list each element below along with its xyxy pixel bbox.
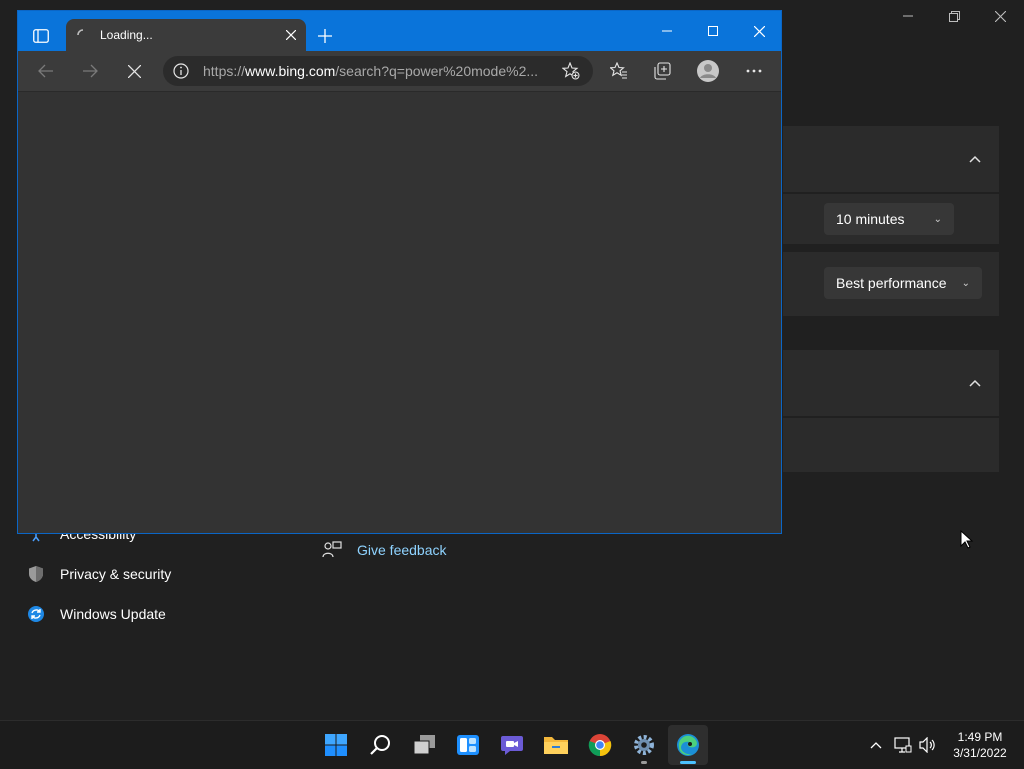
network-button[interactable] [891,733,915,757]
running-indicator [641,761,647,764]
show-hidden-icons-button[interactable] [864,733,888,757]
forward-arrow-icon [83,64,98,78]
sidebar-item-label: Windows Update [60,606,166,622]
taskbar: 1:49 PM 3/31/2022 [0,720,1024,769]
search-button[interactable] [360,725,400,765]
edge-button[interactable] [668,725,708,765]
browser-toolbar: https://www.bing.com/search?q=power%20mo… [18,51,781,92]
stop-loading-button[interactable] [117,55,151,87]
restore-icon [948,10,960,22]
browser-close-button[interactable] [736,15,782,47]
url-path: /search?q=power%20mode%2... [335,63,539,79]
chrome-icon [588,734,612,757]
sleep-timeout-value: 10 minutes [836,211,905,227]
edge-browser-window: Loading... https://www.bing.com/search?q… [17,10,782,534]
battery-setting-row [783,418,999,472]
volume-button[interactable] [916,733,940,757]
chevron-up-icon [969,155,981,163]
file-explorer-button[interactable] [536,725,576,765]
star-add-icon [562,62,580,80]
favorites-button[interactable] [602,55,636,87]
avatar [697,60,719,82]
give-feedback-label: Give feedback [357,542,447,558]
add-favorite-button[interactable] [554,55,588,87]
site-info-icon[interactable] [173,63,189,79]
chevron-up-icon [870,742,882,749]
tab-loading[interactable]: Loading... [66,19,306,51]
collections-button[interactable] [646,55,680,87]
sidebar-item-privacy-security[interactable]: Privacy & security [26,562,171,586]
gear-icon [634,735,654,755]
minimize-icon [662,30,672,32]
task-view-button[interactable] [404,725,444,765]
power-mode-dropdown[interactable]: Best performance ⌄ [824,267,982,299]
forward-button[interactable] [73,55,107,87]
minimize-icon [903,15,913,17]
screen-sleep-section-header[interactable] [783,126,999,192]
tab-actions-button[interactable] [26,21,56,51]
speaker-icon [919,737,935,753]
back-arrow-icon [38,64,53,78]
loading-spinner-icon [77,29,84,36]
maximize-icon [708,26,718,36]
mouse-cursor-icon [960,530,974,549]
tab-actions-icon [33,29,49,43]
back-button[interactable] [29,55,63,87]
sidebar-item-windows-update[interactable]: Windows Update [26,602,166,626]
folder-icon [544,737,568,754]
new-tab-button[interactable] [310,21,340,51]
chevron-down-icon: ⌄ [961,277,970,289]
power-mode-value: Best performance [836,275,947,291]
teams-chat-button[interactable] [492,725,532,765]
chat-icon [501,736,523,755]
clock-time: 1:49 PM [957,730,1003,744]
start-button[interactable] [316,725,356,765]
shield-icon [26,564,46,584]
profile-button[interactable] [691,55,725,87]
chevron-up-icon [969,379,981,387]
plus-icon [318,29,332,43]
settings-minimize-button[interactable] [885,0,931,32]
settings-restore-button[interactable] [931,0,977,32]
edge-icon [677,734,699,756]
close-icon [753,25,765,37]
settings-close-button[interactable] [977,0,1023,32]
search-icon [370,735,390,755]
tab-title: Loading... [100,28,153,42]
close-tab-icon[interactable] [286,30,296,40]
url-host: www.bing.com [245,63,336,79]
more-icon [746,69,762,73]
battery-section-header[interactable] [783,350,999,416]
clock[interactable]: 1:49 PM 3/31/2022 [945,729,1015,761]
settings-more-button[interactable] [737,55,771,87]
sleep-timeout-dropdown[interactable]: 10 minutes ⌄ [824,203,954,235]
feedback-icon [322,541,342,558]
browser-maximize-button[interactable] [690,15,736,47]
browser-minimize-button[interactable] [644,15,690,47]
give-feedback-link[interactable]: Give feedback [322,540,447,560]
chevron-down-icon: ⌄ [933,213,942,225]
address-bar[interactable]: https://www.bing.com/search?q=power%20mo… [163,56,593,86]
clock-date: 3/31/2022 [953,746,1007,760]
favorites-icon [610,62,627,79]
page-content-area[interactable] [18,92,781,533]
url-prefix: https:// [203,63,246,79]
active-indicator [680,761,696,764]
windows-update-icon [26,604,46,624]
sidebar-item-label: Privacy & security [60,566,172,582]
browser-titlebar[interactable]: Loading... [18,11,781,51]
network-icon [894,737,912,753]
chrome-button[interactable] [580,725,620,765]
stop-icon [127,64,141,78]
close-icon [994,10,1006,22]
windows-logo-icon [325,734,347,756]
collections-icon [654,62,671,80]
settings-app-button[interactable] [624,725,664,765]
widgets-icon [457,735,479,755]
task-view-icon [413,735,435,755]
widgets-button[interactable] [448,725,488,765]
